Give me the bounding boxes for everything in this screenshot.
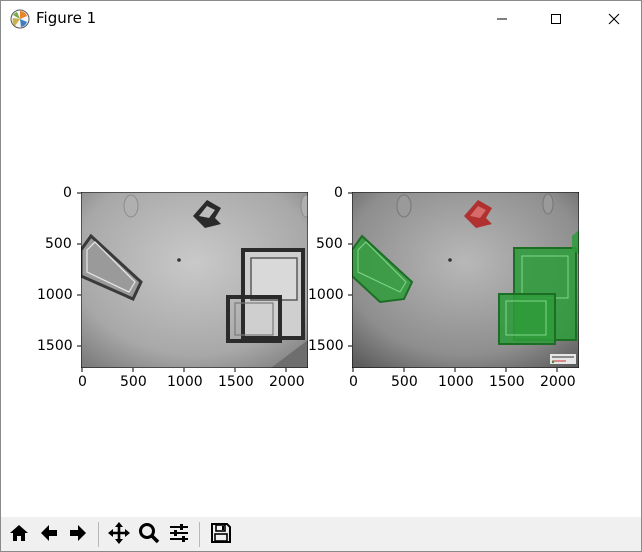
toolbar-separator	[199, 522, 200, 547]
figure-canvas[interactable]: 0 500 1000 1500 0 500 1000 1500 2000 0 5…	[1, 37, 641, 517]
forward-button[interactable]	[64, 521, 91, 548]
toolbar-separator	[98, 522, 99, 547]
y-tick-label: 1000	[37, 287, 73, 303]
original-image-tick-marks	[77, 192, 287, 372]
forward-icon	[67, 522, 89, 548]
save-icon	[210, 522, 232, 548]
x-tick-label: 0	[349, 374, 358, 390]
x-tick-label: 1500	[218, 374, 254, 390]
x-tick-label: 0	[78, 374, 87, 390]
figure-window: Figure 1 0 500 1000 1500 0 500 1000 1500…	[0, 0, 642, 552]
y-tick-label: 0	[334, 185, 343, 201]
y-tick-label: 500	[45, 236, 72, 252]
matplotlib-logo-icon	[10, 9, 30, 29]
pan-icon	[107, 521, 131, 549]
x-tick-label: 1500	[489, 374, 525, 390]
home-icon	[8, 522, 30, 548]
back-icon	[38, 522, 60, 548]
zoom-button[interactable]	[135, 521, 162, 548]
minimize-button[interactable]	[479, 1, 525, 37]
maximize-button[interactable]	[533, 1, 579, 37]
x-tick-label: 2000	[540, 374, 576, 390]
y-tick-label: 1500	[37, 338, 73, 354]
home-button[interactable]	[5, 521, 32, 548]
x-tick-label: 1000	[438, 374, 474, 390]
configure-subplots-button[interactable]	[165, 521, 192, 548]
x-tick-label: 500	[120, 374, 147, 390]
close-button[interactable]	[591, 1, 637, 37]
configure-subplots-icon	[168, 522, 190, 548]
back-button[interactable]	[35, 521, 62, 548]
pan-button[interactable]	[105, 521, 132, 548]
maximize-icon	[550, 13, 562, 25]
x-tick-label: 500	[391, 374, 418, 390]
x-tick-label: 1000	[167, 374, 203, 390]
close-icon	[608, 13, 620, 25]
x-tick-label: 2000	[269, 374, 305, 390]
title-bar[interactable]: Figure 1	[1, 1, 641, 37]
save-button[interactable]	[207, 521, 234, 548]
segmentation-overlay-tick-marks	[348, 192, 558, 372]
window-title: Figure 1	[36, 9, 97, 27]
zoom-icon	[138, 522, 160, 548]
y-tick-label: 500	[316, 236, 343, 252]
navigation-toolbar	[1, 517, 641, 551]
y-tick-label: 1500	[308, 338, 344, 354]
y-tick-label: 0	[63, 185, 72, 201]
minimize-icon	[496, 13, 508, 25]
y-tick-label: 1000	[308, 287, 344, 303]
